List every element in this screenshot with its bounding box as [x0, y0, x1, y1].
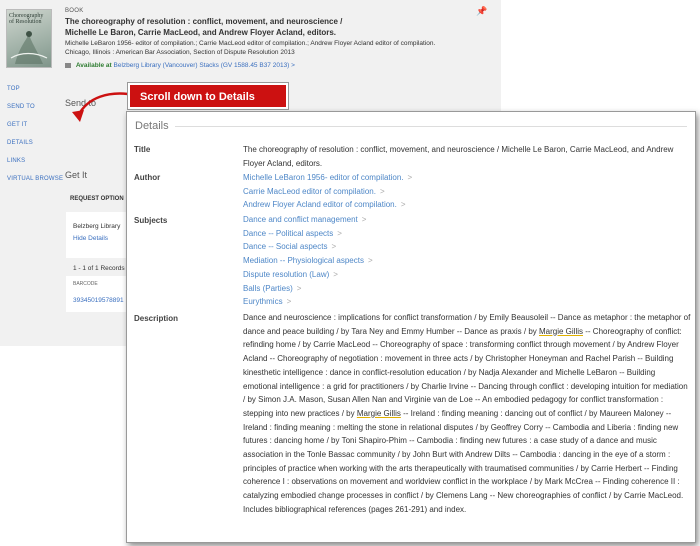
- record-title[interactable]: The choreography of resolution : conflic…: [65, 16, 375, 38]
- chevron-icon: >: [379, 186, 385, 196]
- subject-link[interactable]: Dance and conflict management >: [243, 213, 691, 227]
- subject-link[interactable]: Eurythmics >: [243, 295, 691, 309]
- callout-box: Scroll down to Details: [128, 83, 288, 109]
- title-value: The choreography of resolution : conflic…: [243, 145, 674, 168]
- details-divider: [175, 126, 687, 127]
- description-text: -- Choreography of conflict: refinding h…: [243, 326, 688, 418]
- request-options-label: REQUEST OPTION: [70, 196, 124, 202]
- subjects-label: Subjects: [134, 216, 168, 225]
- subject-link[interactable]: Mediation -- Physiological aspects >: [243, 254, 691, 268]
- page-background-right: [501, 0, 700, 64]
- availability-status: Available at: [75, 62, 112, 69]
- chevron-icon: >: [367, 256, 373, 266]
- record-authors-line: Michelle LeBaron 1956- editor of compila…: [65, 40, 436, 47]
- chevron-icon: >: [400, 200, 406, 210]
- nav-item-get-it[interactable]: GET IT: [7, 122, 63, 140]
- callout-text: Scroll down to Details: [140, 91, 255, 103]
- record-type: BOOK: [65, 8, 84, 14]
- description-highlight: Margie Gillis: [539, 326, 584, 336]
- cover-title: Choreography of Resolution: [9, 13, 44, 25]
- chevron-icon: >: [331, 242, 337, 252]
- author-list: Michelle LeBaron 1956- editor of compila…: [243, 171, 691, 212]
- description-value: Dance and neuroscience : implications fo…: [243, 311, 691, 517]
- chevron-icon: >: [361, 215, 367, 224]
- arrow-icon: [72, 92, 129, 122]
- details-heading: Details: [135, 120, 169, 132]
- chevron-icon: >: [407, 173, 413, 182]
- record-navigation: TOP SEND TO GET IT DETAILS LINKS VIRTUAL…: [7, 86, 63, 194]
- description-note: Includes bibliographical references (pag…: [243, 504, 467, 514]
- subject-link[interactable]: Balls (Parties) >: [243, 282, 691, 296]
- chevron-icon: >: [337, 228, 342, 238]
- description-highlight: Margie Gillis: [356, 408, 401, 418]
- subject-link[interactable]: Dispute resolution (Law) >: [243, 268, 691, 282]
- title-label: Title: [134, 145, 151, 154]
- record-authors: Michelle LeBaron 1956- editor of compila…: [65, 39, 495, 57]
- subject-link[interactable]: Dance -- Social aspects >: [243, 240, 691, 254]
- description-label: Description: [134, 314, 179, 323]
- record-publisher-line: Chicago, Illinois : American Bar Associa…: [65, 49, 295, 56]
- availability-location[interactable]: Belzberg Library (Vancouver) Stacks (GV …: [114, 62, 290, 69]
- nav-item-links[interactable]: LINKS: [7, 158, 63, 176]
- subject-link[interactable]: Dance -- Political aspects >: [243, 227, 691, 241]
- chevron-icon: >: [291, 62, 295, 69]
- availability-line[interactable]: Available at Belzberg Library (Vancouver…: [65, 62, 295, 69]
- nav-item-send-to[interactable]: SEND TO: [7, 104, 63, 122]
- barcode-value[interactable]: 39345019578891: [73, 297, 124, 304]
- subject-list: Dance and conflict management > Dance -- …: [243, 213, 691, 309]
- author-link[interactable]: Carrie MacLeod editor of compilation. >: [243, 185, 691, 199]
- description-text: -- Ireland : finding meaning : dancing o…: [243, 408, 684, 501]
- author-label: Author: [134, 173, 161, 182]
- book-cover[interactable]: Choreography of Resolution: [6, 9, 52, 68]
- location-library: Belzberg Library: [73, 223, 121, 230]
- nav-item-top[interactable]: TOP: [7, 86, 63, 104]
- records-count: 1 - 1 of 1 Records: [73, 265, 125, 272]
- chevron-icon: >: [296, 283, 302, 293]
- barcode-label: BARCODE: [73, 281, 98, 287]
- author-link[interactable]: Michelle LeBaron 1956- editor of compila…: [243, 171, 691, 185]
- hide-details-link[interactable]: Hide Details: [73, 235, 108, 242]
- cover-dancers-image: [10, 31, 48, 64]
- section-get-it: Get It: [65, 170, 88, 180]
- nav-item-virtual-browse[interactable]: VIRTUAL BROWSE: [7, 176, 63, 194]
- chevron-icon: >: [286, 297, 292, 307]
- details-panel: Details Title The choreography of resolu…: [126, 111, 696, 543]
- nav-item-details[interactable]: DETAILS: [7, 140, 63, 158]
- pin-icon[interactable]: 📌: [476, 6, 487, 17]
- chevron-icon: >: [333, 269, 338, 279]
- book-type-icon: [65, 62, 71, 68]
- author-link[interactable]: Andrew Floyer Acland editor of compilati…: [243, 198, 691, 212]
